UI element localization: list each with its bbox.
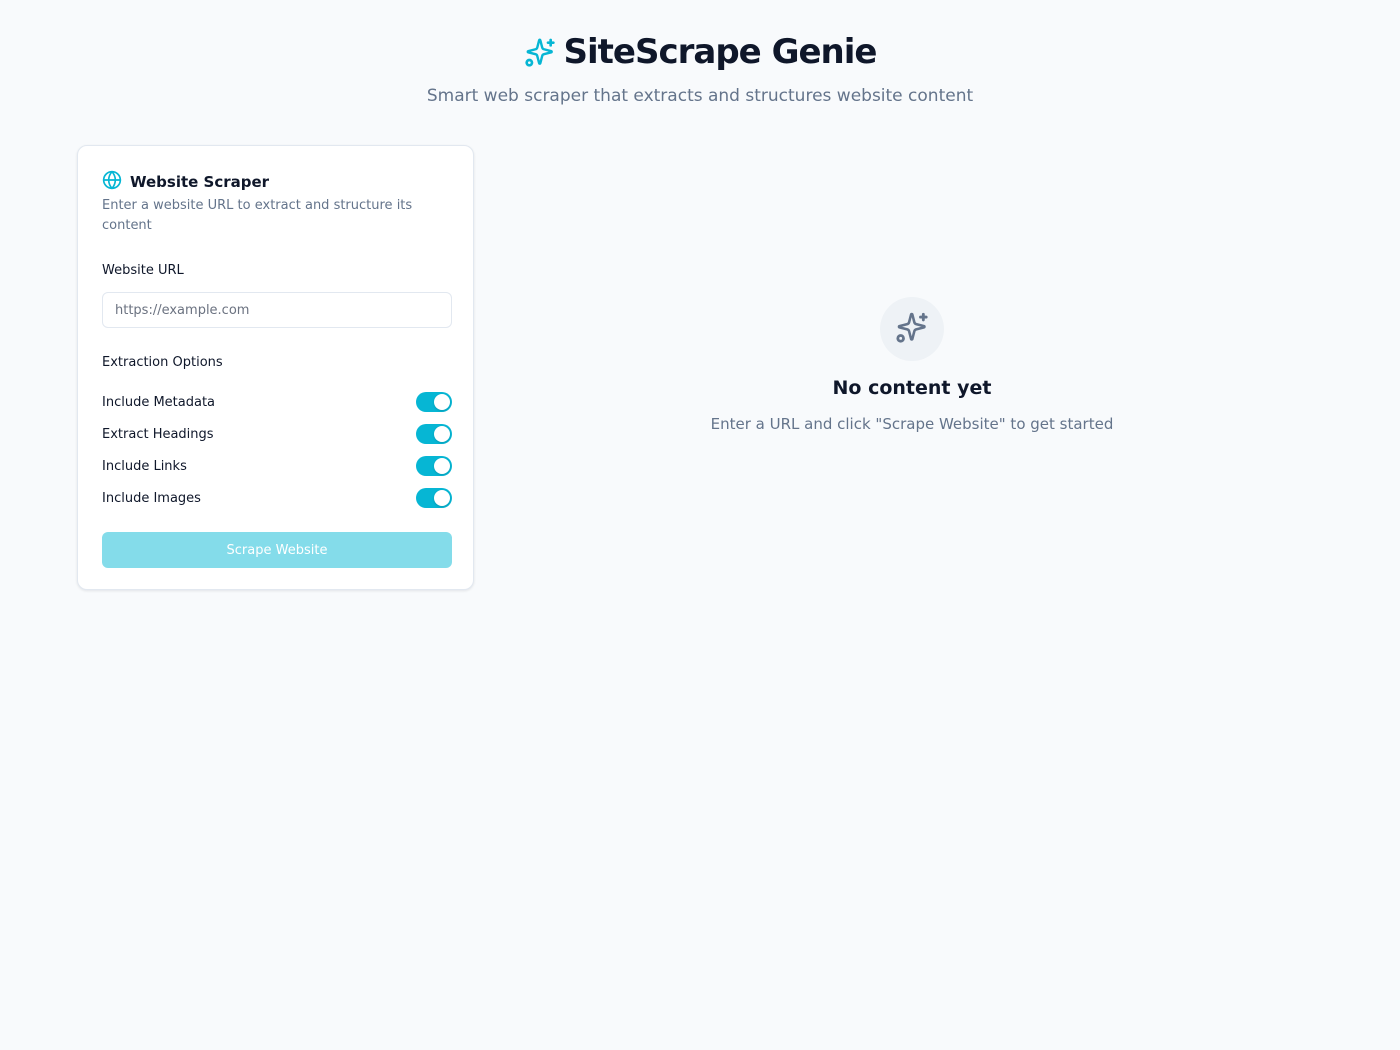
option-label: Include Links bbox=[102, 458, 187, 474]
scrape-website-button[interactable]: Scrape Website bbox=[102, 532, 452, 568]
empty-state-description: Enter a URL and click "Scrape Website" t… bbox=[710, 415, 1114, 433]
sparkles-icon bbox=[524, 36, 556, 68]
option-label: Extract Headings bbox=[102, 426, 214, 442]
extraction-options-label: Extraction Options bbox=[102, 355, 223, 370]
title-row: SiteScrape Genie bbox=[0, 30, 1400, 74]
option-label: Include Metadata bbox=[102, 394, 216, 410]
app-title: SiteScrape Genie bbox=[563, 32, 878, 72]
sparkles-icon bbox=[895, 310, 929, 348]
website-scraper-card: Website Scraper Enter a website URL to e… bbox=[77, 145, 474, 590]
include-images-toggle[interactable] bbox=[416, 488, 452, 508]
toggle-knob bbox=[434, 394, 450, 410]
option-include-metadata: Include Metadata bbox=[102, 391, 452, 413]
app-subtitle: Smart web scraper that extracts and stru… bbox=[426, 86, 974, 106]
toggle-knob bbox=[434, 490, 450, 506]
include-metadata-toggle[interactable] bbox=[416, 392, 452, 412]
card-title: Website Scraper bbox=[130, 173, 270, 191]
toggle-knob bbox=[434, 426, 450, 442]
card-title-row: Website Scraper bbox=[102, 170, 269, 194]
option-extract-headings: Extract Headings bbox=[102, 423, 452, 445]
option-include-links: Include Links bbox=[102, 455, 452, 477]
globe-icon bbox=[102, 170, 122, 194]
include-links-toggle[interactable] bbox=[416, 456, 452, 476]
url-input[interactable] bbox=[102, 292, 452, 328]
empty-state-title: No content yet bbox=[832, 377, 992, 399]
toggle-knob bbox=[434, 458, 450, 474]
extract-headings-toggle[interactable] bbox=[416, 424, 452, 444]
card-description: Enter a website URL to extract and struc… bbox=[102, 198, 413, 233]
option-label: Include Images bbox=[102, 490, 201, 506]
url-label: Website URL bbox=[102, 263, 184, 278]
empty-state: No content yet Enter a URL and click "Sc… bbox=[612, 297, 1212, 433]
empty-state-icon-circle bbox=[880, 297, 944, 361]
app-header: SiteScrape Genie Smart web scraper that … bbox=[0, 30, 1400, 106]
option-include-images: Include Images bbox=[102, 487, 452, 509]
